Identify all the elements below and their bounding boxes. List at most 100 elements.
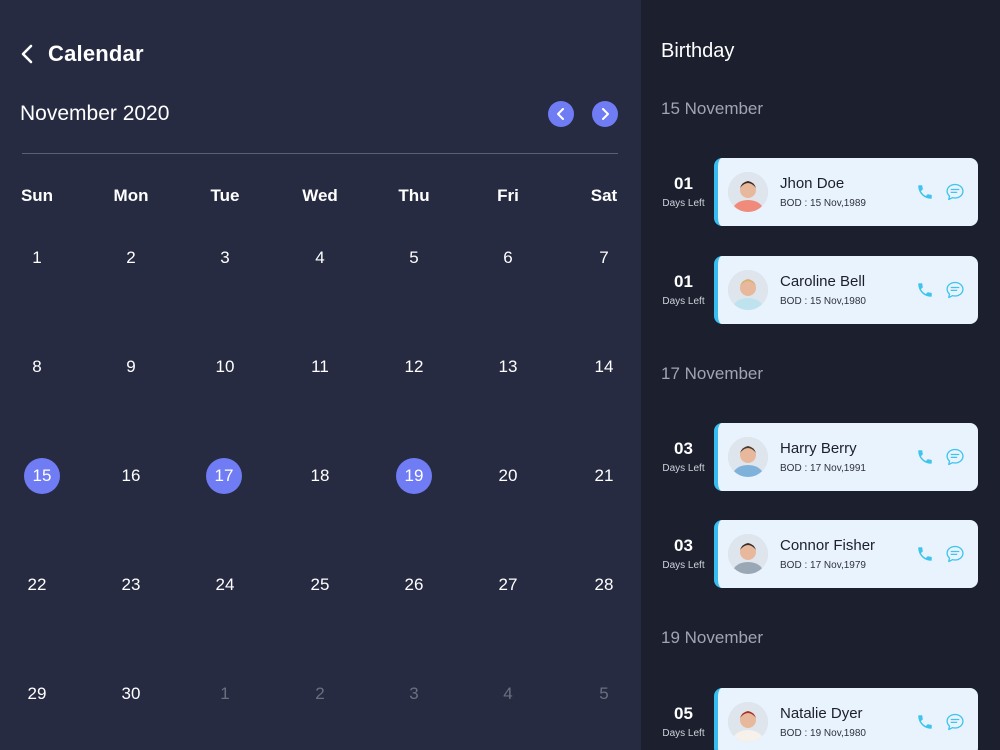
- days-left-count: 01: [674, 174, 693, 193]
- calendar-day[interactable]: 1: [207, 676, 243, 712]
- card-actions: [914, 279, 966, 301]
- calendar-day[interactable]: 24: [207, 567, 243, 603]
- calendar-panel: Calendar November 2020 Sun Mon Tue Wed Thu Fr…: [0, 0, 641, 750]
- call-button[interactable]: [914, 711, 936, 733]
- person-name: Jhon Doe: [780, 175, 845, 192]
- phone-icon: [918, 185, 932, 199]
- calendar-day[interactable]: 20: [490, 458, 526, 494]
- calendar-day[interactable]: 29: [19, 676, 55, 712]
- chat-bubble-icon: [946, 713, 964, 731]
- person-info: Connor Fisher BOD : 17 Nov,1979: [780, 537, 914, 571]
- days-left: 03 Days Left: [655, 423, 712, 474]
- days-left: 03 Days Left: [655, 520, 712, 571]
- contact-card[interactable]: Caroline Bell BOD : 15 Nov,1980: [714, 256, 978, 324]
- days-left-caption: Days Left: [662, 728, 705, 739]
- calendar-day[interactable]: 8: [19, 349, 55, 385]
- days-left-count: 03: [674, 439, 693, 458]
- days-left-count: 01: [674, 272, 693, 291]
- calendar-day[interactable]: 16: [113, 458, 149, 494]
- person-name: Natalie Dyer: [780, 705, 863, 722]
- calendar-day[interactable]: 11: [302, 349, 338, 385]
- birthday-entry: 01 Days Left Caroline Bell BOD : 15 Nov,…: [641, 256, 1000, 324]
- message-button[interactable]: [944, 446, 966, 468]
- person-info: Jhon Doe BOD : 15 Nov,1989: [780, 175, 914, 209]
- calendar-day[interactable]: 27: [490, 567, 526, 603]
- message-button[interactable]: [944, 181, 966, 203]
- avatar: [728, 270, 768, 310]
- calendar-day-selected[interactable]: 17: [206, 458, 242, 494]
- person-bod: BOD : 15 Nov,1989: [780, 198, 866, 209]
- calendar-day[interactable]: 13: [490, 349, 526, 385]
- contact-card[interactable]: Jhon Doe BOD : 15 Nov,1989: [714, 158, 978, 226]
- person-info: Harry Berry BOD : 17 Nov,1991: [780, 440, 914, 474]
- calendar-day[interactable]: 12: [396, 349, 432, 385]
- calendar-day-selected[interactable]: 19: [396, 458, 432, 494]
- days-left-count: 05: [674, 704, 693, 723]
- card-actions: [914, 446, 966, 468]
- phone-icon: [918, 450, 932, 464]
- card-actions: [914, 711, 966, 733]
- birthday-date-label: 19 November: [661, 628, 764, 647]
- message-button[interactable]: [944, 543, 966, 565]
- chat-bubble-icon: [946, 183, 964, 201]
- calendar-day[interactable]: 23: [113, 567, 149, 603]
- days-left-caption: Days Left: [662, 560, 705, 571]
- call-button[interactable]: [914, 279, 936, 301]
- message-button[interactable]: [944, 711, 966, 733]
- calendar-day[interactable]: 1: [19, 240, 55, 276]
- birthday-entry: 03 Days Left Connor Fisher BOD : 17 Nov,…: [641, 520, 1000, 588]
- birthday-entry: 03 Days Left Harry Berry BOD : 17 Nov,19…: [641, 423, 1000, 491]
- calendar-day[interactable]: 18: [302, 458, 338, 494]
- days-left-count: 03: [674, 536, 693, 555]
- calendar-day[interactable]: 22: [19, 567, 55, 603]
- calendar-day-selected[interactable]: 15: [24, 458, 60, 494]
- birthday-entry: 01 Days Left Jhon Doe BOD : 15 Nov,1989: [641, 158, 1000, 226]
- avatar: [728, 534, 768, 574]
- calendar-day[interactable]: 14: [586, 349, 622, 385]
- calendar-day[interactable]: 5: [396, 240, 432, 276]
- contact-card[interactable]: Connor Fisher BOD : 17 Nov,1979: [714, 520, 978, 588]
- calendar-day[interactable]: 28: [586, 567, 622, 603]
- person-bod: BOD : 17 Nov,1979: [780, 560, 866, 571]
- calendar-day[interactable]: 10: [207, 349, 243, 385]
- card-actions: [914, 543, 966, 565]
- days-left-caption: Days Left: [662, 296, 705, 307]
- person-info: Natalie Dyer BOD : 19 Nov,1980: [780, 705, 914, 739]
- call-button[interactable]: [914, 181, 936, 203]
- contact-card[interactable]: Natalie Dyer BOD : 19 Nov,1980: [714, 688, 978, 750]
- days-left-caption: Days Left: [662, 198, 705, 209]
- calendar-day[interactable]: 2: [302, 676, 338, 712]
- calendar-day[interactable]: 25: [302, 567, 338, 603]
- message-button[interactable]: [944, 279, 966, 301]
- avatar: [728, 702, 768, 742]
- calendar-day[interactable]: 9: [113, 349, 149, 385]
- contact-card[interactable]: Harry Berry BOD : 17 Nov,1991: [714, 423, 978, 491]
- person-info: Caroline Bell BOD : 15 Nov,1980: [780, 273, 914, 307]
- card-actions: [914, 181, 966, 203]
- days-left: 05 Days Left: [655, 688, 712, 739]
- chat-bubble-icon: [946, 281, 964, 299]
- call-button[interactable]: [914, 446, 936, 468]
- person-name: Caroline Bell: [780, 273, 866, 290]
- person-name: Harry Berry: [780, 440, 857, 457]
- calendar-day[interactable]: 6: [490, 240, 526, 276]
- call-button[interactable]: [914, 543, 936, 565]
- calendar-day[interactable]: 3: [396, 676, 432, 712]
- calendar-day[interactable]: 5: [586, 676, 622, 712]
- birthday-panel: Birthday 15 November 01 Days Left Jhon D…: [641, 0, 1000, 750]
- calendar-day[interactable]: 4: [302, 240, 338, 276]
- days-left-caption: Days Left: [662, 463, 705, 474]
- chat-bubble-icon: [946, 448, 964, 466]
- person-name: Connor Fisher: [780, 537, 876, 554]
- calendar-day[interactable]: 4: [490, 676, 526, 712]
- calendar-day[interactable]: 26: [396, 567, 432, 603]
- calendar-day[interactable]: 3: [207, 240, 243, 276]
- person-bod: BOD : 15 Nov,1980: [780, 296, 866, 307]
- calendar-day[interactable]: 30: [113, 676, 149, 712]
- calendar-day[interactable]: 21: [586, 458, 622, 494]
- phone-icon: [918, 547, 932, 561]
- person-bod: BOD : 17 Nov,1991: [780, 463, 866, 474]
- chat-bubble-icon: [946, 545, 964, 563]
- calendar-day[interactable]: 2: [113, 240, 149, 276]
- calendar-day[interactable]: 7: [586, 240, 622, 276]
